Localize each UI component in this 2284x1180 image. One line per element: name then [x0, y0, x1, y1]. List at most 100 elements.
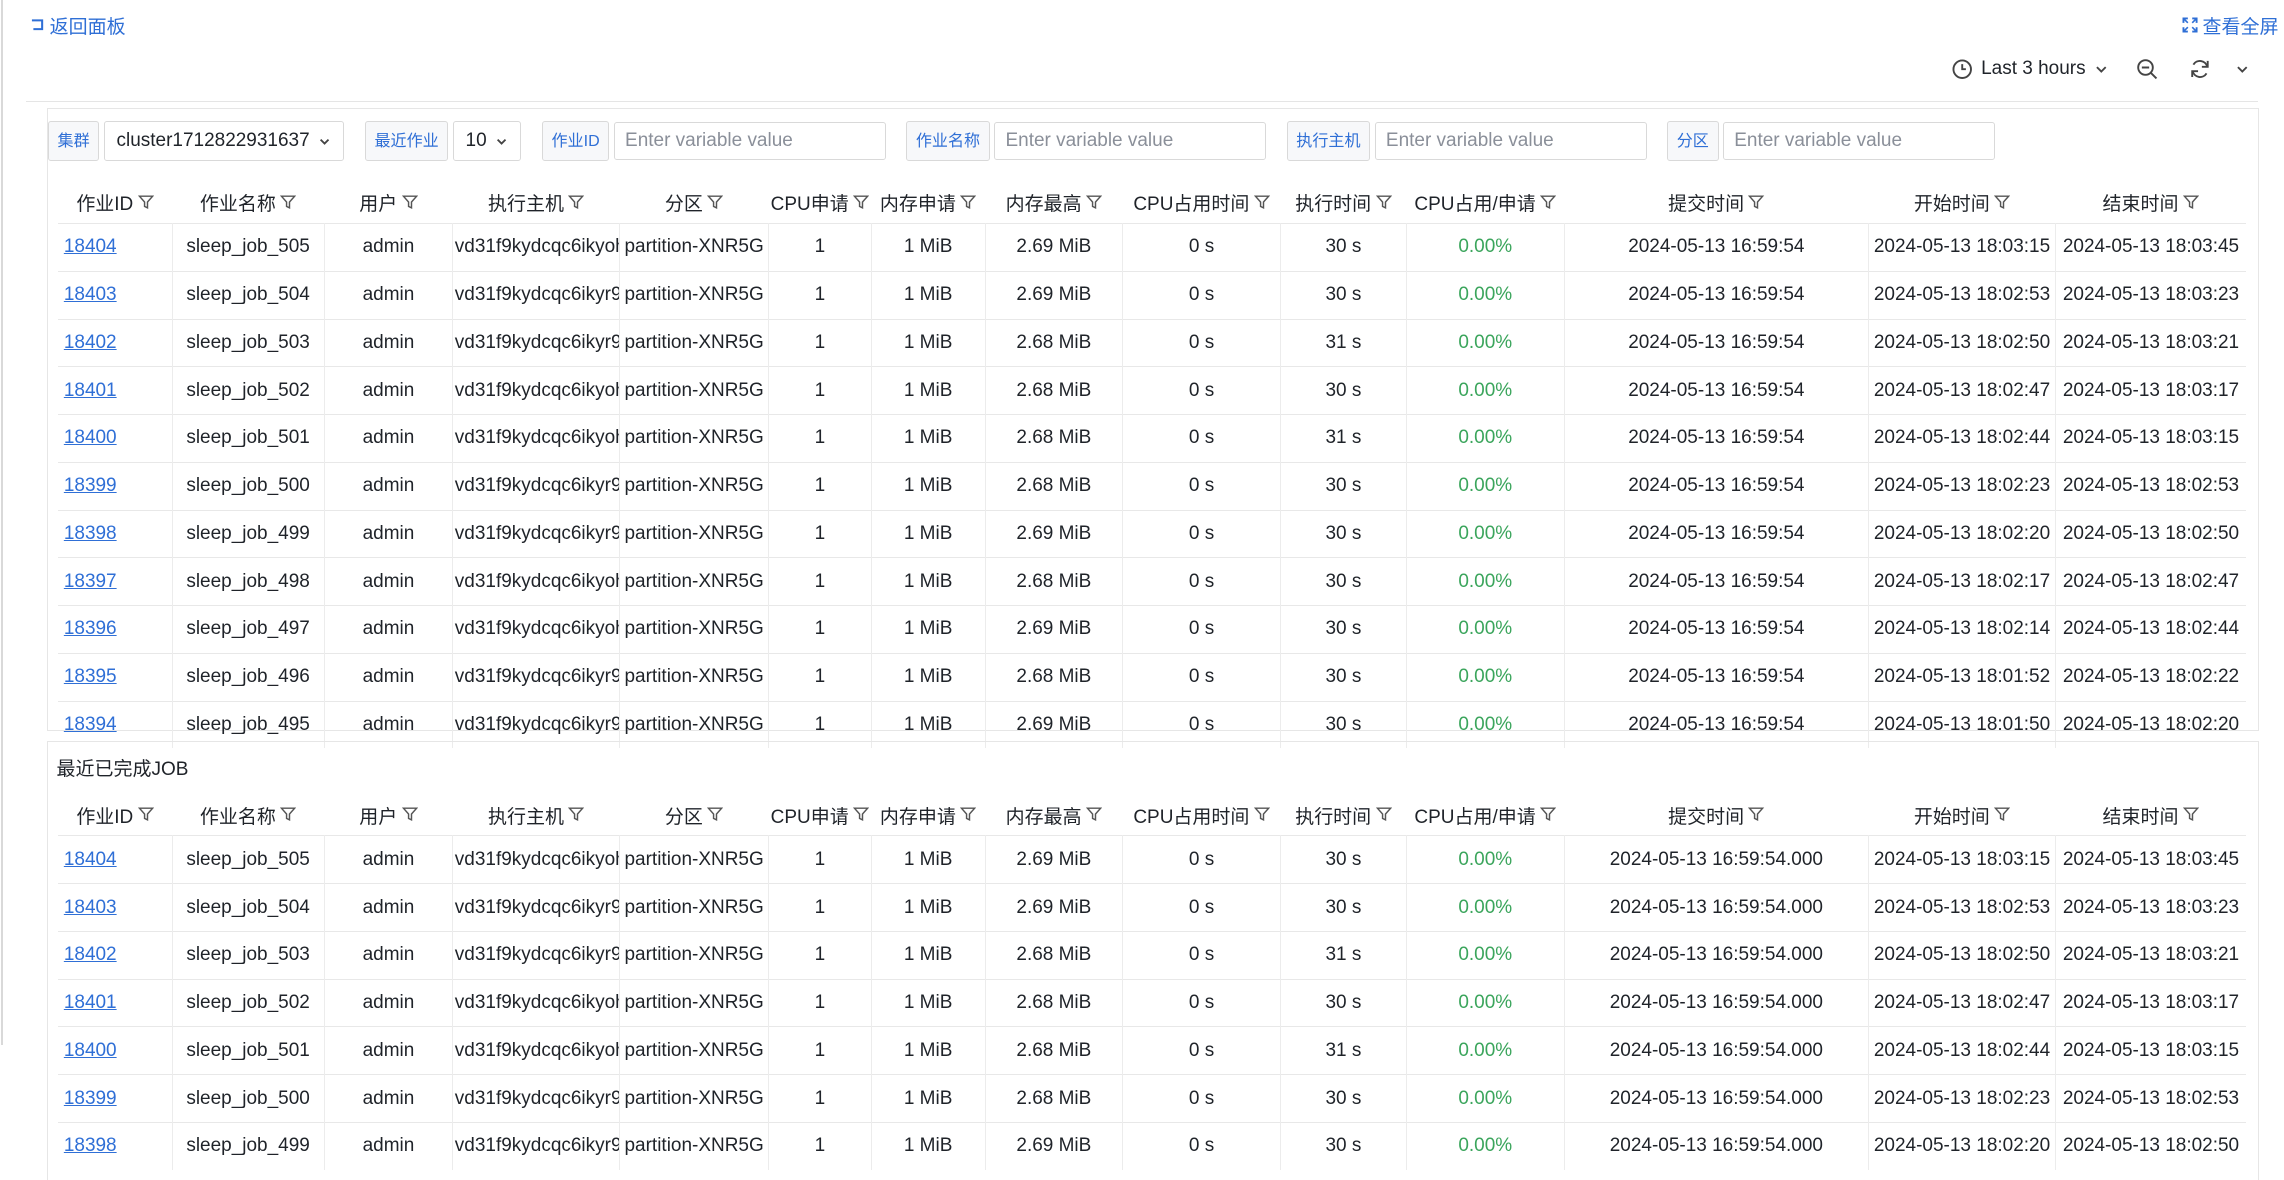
time-range-picker[interactable]: Last 3 hours: [1940, 58, 2120, 80]
job-id-link[interactable]: 18401: [64, 992, 117, 1013]
filter-icon[interactable]: [568, 806, 585, 828]
col-mem-max-header[interactable]: 内存最高: [985, 795, 1122, 836]
partition-filter-label: 分区: [1666, 121, 1719, 162]
job-id-link[interactable]: 18400: [64, 427, 117, 448]
filter-icon[interactable]: [2182, 806, 2200, 828]
col-end-time-header[interactable]: 结束时间: [2056, 182, 2246, 223]
fullscreen-link[interactable]: 查看全屏: [2182, 12, 2278, 39]
job-id-link[interactable]: 18399: [64, 475, 117, 496]
col-cpu-time-header[interactable]: CPU占用时间: [1123, 182, 1281, 223]
filter-icon[interactable]: [1253, 194, 1270, 216]
filter-icon[interactable]: [1085, 194, 1103, 216]
col-exec-time-header[interactable]: 执行时间: [1281, 182, 1407, 223]
job-id-link[interactable]: 18395: [64, 666, 117, 687]
filter-icon[interactable]: [1748, 806, 1765, 828]
filter-icon[interactable]: [137, 194, 154, 216]
filter-icon[interactable]: [1539, 194, 1557, 216]
col-cpu-time-cell: 0 s: [1122, 223, 1282, 272]
filter-icon[interactable]: [1375, 806, 1392, 828]
filter-icon[interactable]: [2182, 194, 2200, 216]
job-id-link[interactable]: 18404: [64, 236, 117, 257]
filter-icon[interactable]: [280, 194, 297, 216]
filter-icon[interactable]: [852, 194, 870, 216]
refresh-interval-dropdown[interactable]: [2226, 62, 2258, 77]
filter-icon[interactable]: [1994, 806, 2011, 828]
job-id-input[interactable]: [613, 122, 886, 161]
col-mem-req-header[interactable]: 内存申请: [871, 182, 985, 223]
col-job-name-header[interactable]: 作业名称: [172, 182, 324, 223]
job-id-link[interactable]: 18398: [64, 1135, 117, 1156]
col-cpu-req-header[interactable]: CPU申请: [769, 182, 871, 223]
col-exec-host-header[interactable]: 执行主机: [453, 795, 620, 836]
table-row: 18401 sleep_job_502 admin vd31f9kydcqc6ikyo…: [57, 366, 2246, 415]
job-id-link[interactable]: 18402: [64, 332, 117, 353]
filter-icon[interactable]: [401, 806, 418, 828]
filter-icon[interactable]: [1748, 194, 1765, 216]
col-cpu-ratio-header[interactable]: CPU占用/申请: [1406, 182, 1564, 223]
col-submit-time-cell: 2024-05-13 16:59:54: [1564, 414, 1869, 463]
col-exec-time-header[interactable]: 执行时间: [1281, 795, 1407, 836]
col-cpu-time-header[interactable]: CPU占用时间: [1123, 795, 1281, 836]
col-end-time-header[interactable]: 结束时间: [2056, 795, 2246, 836]
col-mem-req-header[interactable]: 内存申请: [871, 795, 985, 836]
col-submit-time-cell: 2024-05-13 16:59:54: [1564, 557, 1869, 606]
job-id-link[interactable]: 18394: [64, 714, 117, 735]
job-name-input[interactable]: [994, 122, 1267, 161]
partition-input[interactable]: [1723, 122, 1995, 161]
job-id-link[interactable]: 18404: [64, 849, 117, 870]
col-job-id-cell: 18398: [57, 1121, 173, 1170]
filter-icon[interactable]: [568, 194, 585, 216]
job-id-link[interactable]: 18400: [64, 1040, 117, 1061]
col-cpu-ratio-header[interactable]: CPU占用/申请: [1406, 795, 1564, 836]
filter-icon[interactable]: [1253, 806, 1270, 828]
col-start-time-header[interactable]: 开始时间: [1868, 795, 2055, 836]
col-exec-host-header[interactable]: 执行主机: [453, 182, 620, 223]
refresh-button[interactable]: [2173, 58, 2226, 80]
filter-icon[interactable]: [280, 806, 297, 828]
filter-icon[interactable]: [1539, 806, 1557, 828]
col-start-time-header[interactable]: 开始时间: [1868, 182, 2055, 223]
col-end-time-cell: 2024-05-13 18:03:17: [2055, 978, 2246, 1027]
col-submit-time-header[interactable]: 提交时间: [1564, 182, 1868, 223]
col-submit-time-header[interactable]: 提交时间: [1564, 795, 1868, 836]
job-id-link[interactable]: 18396: [64, 618, 117, 639]
col-exec-host-cell: vd31f9kydcqc6ikyoh: [452, 414, 621, 463]
filter-icon[interactable]: [1375, 194, 1392, 216]
col-job-name-header[interactable]: 作业名称: [172, 795, 324, 836]
filter-icon[interactable]: [852, 806, 870, 828]
job-id-link[interactable]: 18403: [64, 284, 117, 305]
col-user-header[interactable]: 用户: [324, 795, 453, 836]
job-id-link[interactable]: 18398: [64, 523, 117, 544]
col-cpu-req-header[interactable]: CPU申请: [769, 795, 871, 836]
col-job-id-header[interactable]: 作业ID: [58, 795, 172, 836]
col-end-time-cell: 2024-05-13 18:02:53: [2055, 461, 2246, 511]
col-user-header[interactable]: 用户: [324, 182, 453, 223]
col-exec-time-cell: 30 s: [1280, 835, 1407, 884]
filter-icon[interactable]: [960, 194, 977, 216]
filter-icon[interactable]: [1994, 194, 2011, 216]
filter-icon[interactable]: [137, 806, 154, 828]
col-partition-header[interactable]: 分区: [620, 182, 769, 223]
filter-icon[interactable]: [960, 806, 977, 828]
zoom-out-button[interactable]: [2121, 58, 2174, 80]
filter-icon[interactable]: [707, 806, 724, 828]
job-id-link[interactable]: 18401: [64, 380, 117, 401]
job-id-link[interactable]: 18397: [64, 571, 117, 592]
cluster-select[interactable]: cluster1712822931637: [103, 121, 345, 162]
recent-jobs-select[interactable]: 10: [452, 121, 522, 162]
zoom-out-icon: [2137, 59, 2158, 80]
job-id-link[interactable]: 18399: [64, 1088, 117, 1109]
job-id-link[interactable]: 18403: [64, 897, 117, 918]
filter-icon[interactable]: [1085, 806, 1103, 828]
job-id-link[interactable]: 18402: [64, 944, 117, 965]
table-row: 18399 sleep_job_500 admin vd31f9kydcqc6ikyr…: [57, 461, 2246, 511]
col-job-id-header[interactable]: 作业ID: [58, 182, 172, 223]
col-cpu-time-cell: 0 s: [1122, 509, 1282, 558]
col-submit-time-cell: 2024-05-13 16:59:54: [1564, 318, 1869, 367]
col-mem-max-header[interactable]: 内存最高: [985, 182, 1122, 223]
exec-host-input[interactable]: [1374, 122, 1647, 161]
back-to-dashboard-link[interactable]: 返回面板: [29, 12, 126, 39]
filter-icon[interactable]: [707, 194, 724, 216]
filter-icon[interactable]: [401, 194, 418, 216]
col-partition-header[interactable]: 分区: [620, 795, 769, 836]
